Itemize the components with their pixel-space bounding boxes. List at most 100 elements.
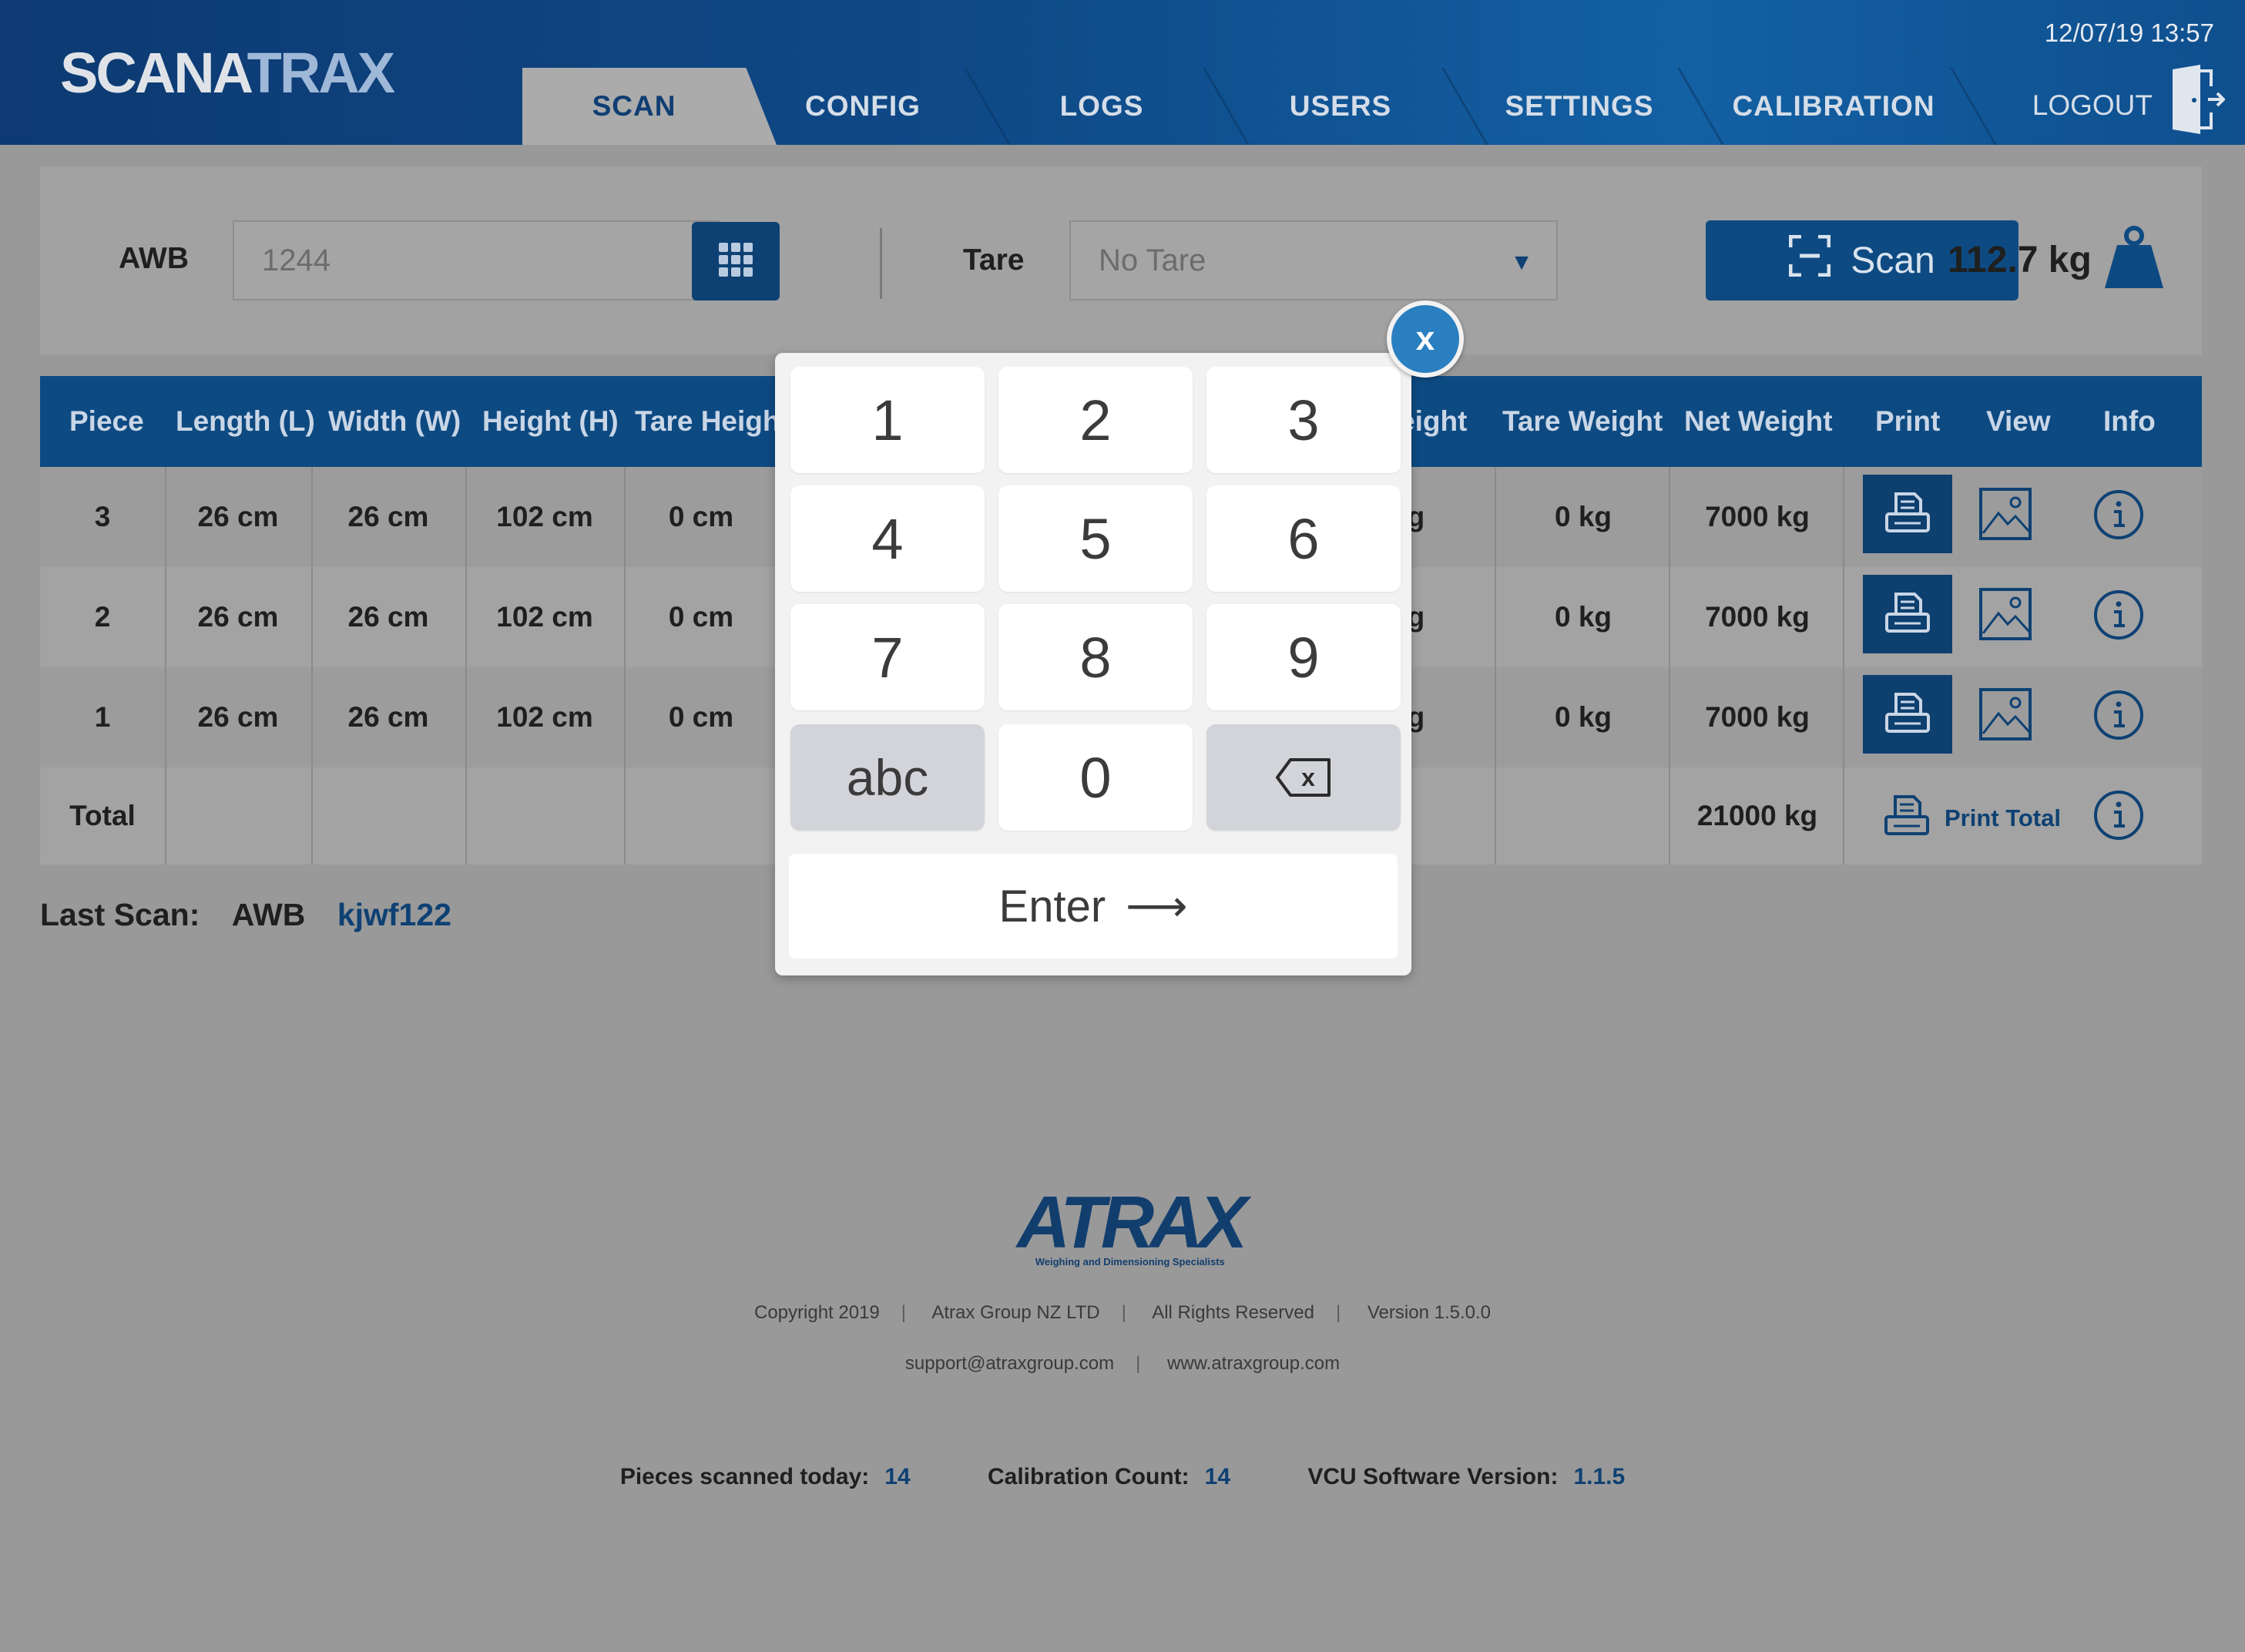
scanatrax-logo: SCANATRAX bbox=[60, 41, 395, 105]
footer-stats: Pieces scanned today: 14 Calibration Coun… bbox=[0, 1464, 2245, 1490]
keypad-close-button[interactable]: x bbox=[1387, 301, 1464, 378]
cell-tare-weight: 0 kg bbox=[1554, 501, 1612, 532]
close-icon: x bbox=[1415, 320, 1435, 358]
scan-frame-icon bbox=[1788, 234, 1831, 286]
footer-legal: Copyright 2019 | Atrax Group NZ LTD | All … bbox=[754, 1302, 1491, 1323]
print-button[interactable] bbox=[1863, 475, 1952, 553]
cell-length: 26 cm bbox=[197, 601, 279, 633]
rights-text: All Rights Reserved bbox=[1152, 1302, 1314, 1323]
footer-contact: support@atraxgroup.com | www.atraxgroup.c… bbox=[904, 1353, 1341, 1374]
cell-net-weight: 7000 kg bbox=[1705, 501, 1810, 532]
atrax-logo: ATRAX Weighing and Dimensioning Speciali… bbox=[1017, 1181, 1248, 1268]
info-icon[interactable] bbox=[2088, 484, 2149, 546]
pieces-scanned-label: Pieces scanned today: bbox=[619, 1464, 870, 1489]
info-icon[interactable] bbox=[2088, 684, 2149, 746]
print-total-label: Print Total bbox=[1945, 804, 2061, 831]
numeric-keypad: 1 2 3 4 5 6 7 8 9 abc 0 x Enter ⟶ bbox=[775, 353, 1411, 975]
col-piece: Piece bbox=[69, 405, 144, 437]
col-view: View bbox=[1986, 405, 2051, 437]
calibration-count-value: 14 bbox=[1204, 1464, 1231, 1489]
company-text: Atrax Group NZ LTD bbox=[931, 1302, 1100, 1323]
print-icon bbox=[1884, 591, 1931, 638]
view-image-icon[interactable] bbox=[1972, 581, 2039, 647]
key-0[interactable]: 0 bbox=[998, 724, 1193, 831]
print-button[interactable] bbox=[1863, 675, 1952, 754]
backspace-key[interactable]: x bbox=[1206, 724, 1401, 831]
cell-height: 102 cm bbox=[496, 701, 593, 733]
version-text: Version 1.5.0.0 bbox=[1367, 1302, 1491, 1323]
cell-length: 26 cm bbox=[197, 501, 279, 532]
cell-height: 102 cm bbox=[496, 501, 593, 532]
keypad-toggle-button[interactable] bbox=[692, 222, 780, 301]
col-print: Print bbox=[1875, 405, 1941, 437]
col-tare-weight: Tare Weight bbox=[1502, 405, 1663, 437]
logout-button[interactable]: LOGOUT bbox=[2032, 89, 2153, 122]
key-5[interactable]: 5 bbox=[998, 485, 1193, 592]
key-2[interactable]: 2 bbox=[998, 367, 1193, 473]
tab-calibration[interactable]: CALIBRATION bbox=[1718, 68, 1949, 145]
key-6[interactable]: 6 bbox=[1206, 485, 1401, 592]
calibration-count-label: Calibration Count: bbox=[988, 1464, 1190, 1489]
cell-tare-weight: 0 kg bbox=[1554, 601, 1612, 633]
tare-label: Tare bbox=[963, 243, 1025, 277]
vcu-version-value: 1.1.5 bbox=[1573, 1464, 1626, 1489]
last-scan: Last Scan: AWB kjwf122 bbox=[40, 897, 451, 933]
cell-width: 26 cm bbox=[347, 601, 429, 633]
last-scan-label: Last Scan: bbox=[40, 897, 200, 932]
total-label: Total bbox=[69, 800, 136, 831]
scan-toolbar: AWB 1244 Tare No Tare ▼ Scan 112.7 kg bbox=[40, 166, 2202, 354]
cell-piece: 3 bbox=[94, 501, 111, 532]
col-height: Height (H) bbox=[482, 405, 619, 437]
info-icon[interactable] bbox=[2088, 784, 2149, 846]
view-image-icon[interactable] bbox=[1972, 481, 2039, 547]
print-total-button[interactable]: Print Total bbox=[1883, 794, 2061, 843]
tab-config[interactable]: CONFIG bbox=[770, 68, 955, 145]
cell-width: 26 cm bbox=[347, 501, 429, 532]
key-8[interactable]: 8 bbox=[998, 604, 1193, 710]
cell-piece: 2 bbox=[94, 601, 111, 633]
awb-input[interactable]: 1244 bbox=[233, 220, 720, 301]
awb-label: AWB bbox=[119, 242, 189, 275]
col-length: Length (L) bbox=[176, 405, 315, 437]
pieces-scanned-value: 14 bbox=[884, 1464, 911, 1489]
cell-piece: 1 bbox=[94, 701, 111, 733]
tare-select[interactable]: No Tare ▼ bbox=[1069, 220, 1558, 301]
enter-key[interactable]: Enter ⟶ bbox=[789, 854, 1398, 959]
view-image-icon[interactable] bbox=[1972, 681, 2039, 747]
key-9[interactable]: 9 bbox=[1206, 604, 1401, 710]
app-header: SCANATRAX 12/07/19 13:57 SCAN CONFIG LOG… bbox=[0, 0, 2245, 145]
info-icon[interactable] bbox=[2088, 584, 2149, 646]
logout-door-icon[interactable] bbox=[2169, 65, 2226, 134]
print-icon bbox=[1883, 794, 1931, 843]
scan-button-label: Scan bbox=[1851, 240, 1935, 281]
weight-icon bbox=[2103, 225, 2165, 290]
key-1[interactable]: 1 bbox=[790, 367, 985, 473]
tab-logs[interactable]: LOGS bbox=[1009, 68, 1194, 145]
cell-tare-height: 0 cm bbox=[668, 501, 734, 532]
key-abc[interactable]: abc bbox=[790, 724, 985, 831]
cell-height: 102 cm bbox=[496, 601, 593, 633]
cell-tare-height: 0 cm bbox=[668, 601, 734, 633]
backspace-icon: x bbox=[1275, 757, 1332, 797]
chevron-down-icon: ▼ bbox=[1510, 250, 1533, 275]
cell-width: 26 cm bbox=[347, 701, 429, 733]
col-tare-height: Tare Heigh bbox=[635, 405, 780, 437]
tab-settings[interactable]: SETTINGS bbox=[1487, 68, 1672, 145]
website-link[interactable]: www.atraxgroup.com bbox=[1167, 1353, 1340, 1374]
key-7[interactable]: 7 bbox=[790, 604, 985, 710]
toolbar-divider bbox=[880, 228, 882, 299]
cell-tare-height: 0 cm bbox=[668, 701, 734, 733]
print-button[interactable] bbox=[1863, 575, 1952, 653]
key-3[interactable]: 3 bbox=[1206, 367, 1401, 473]
key-4[interactable]: 4 bbox=[790, 485, 985, 592]
print-icon bbox=[1884, 691, 1931, 738]
print-icon bbox=[1884, 491, 1931, 538]
arrow-right-icon: ⟶ bbox=[1126, 881, 1188, 930]
tab-scan[interactable]: SCAN bbox=[522, 68, 777, 145]
col-width: Width (W) bbox=[328, 405, 461, 437]
weight-readout: 112.7 kg bbox=[1948, 240, 2092, 280]
tab-users[interactable]: USERS bbox=[1248, 68, 1433, 145]
last-scan-value: kjwf122 bbox=[337, 897, 451, 932]
support-email-link[interactable]: support@atraxgroup.com bbox=[905, 1353, 1114, 1374]
vcu-version-label: VCU Software Version: bbox=[1307, 1464, 1559, 1489]
